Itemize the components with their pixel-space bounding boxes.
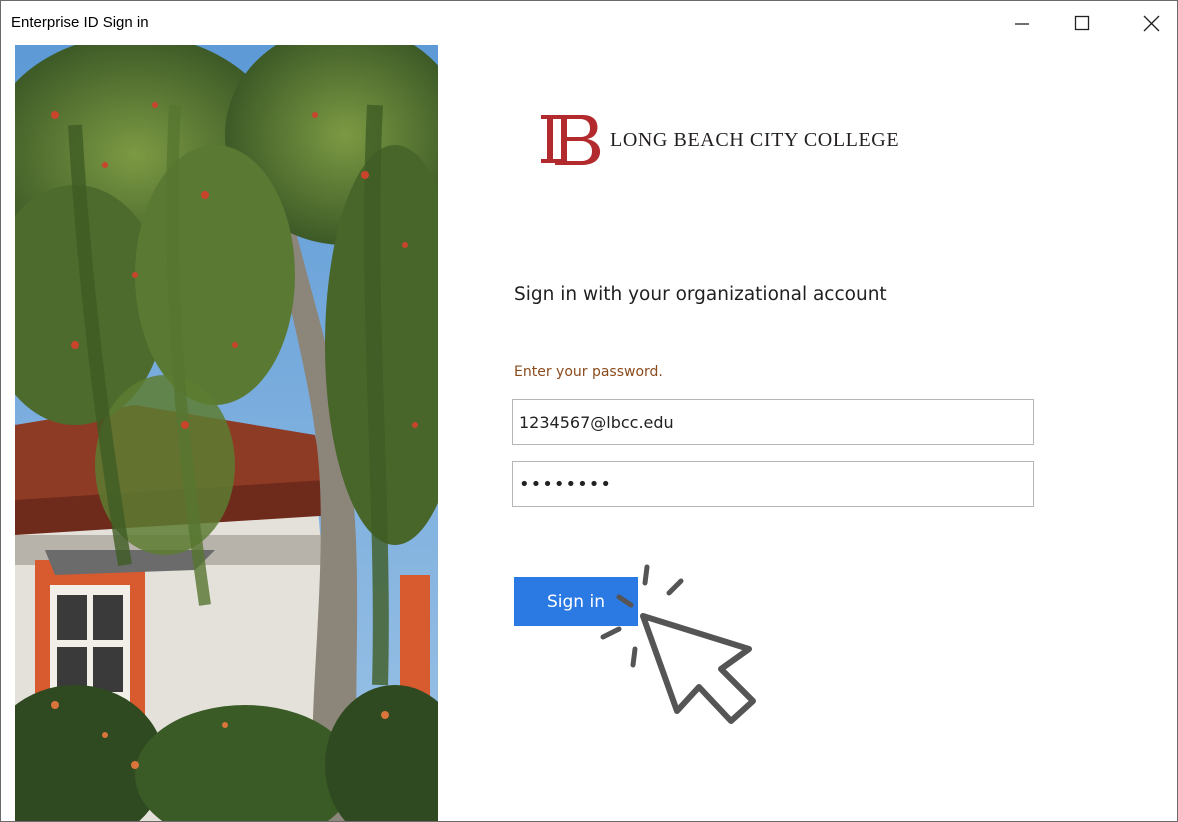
signin-heading: Sign in with your organizational account [514,284,887,305]
maximize-button[interactable] [1059,1,1105,45]
sign-in-button[interactable]: Sign in [514,577,638,626]
password-prompt: Enter your password. [514,364,663,380]
window-title: Enterprise ID Sign in [11,14,149,31]
campus-photo [15,45,438,821]
minimize-icon [1015,23,1029,25]
close-icon [1143,15,1160,32]
college-logo: LONG BEACH CITY COLLEGE [537,109,957,169]
email-input[interactable] [512,399,1034,445]
campus-photo-illustration [15,45,438,821]
lb-monogram-icon [541,115,601,165]
minimize-button[interactable] [1001,1,1047,45]
password-input[interactable] [512,461,1034,507]
title-bar: Enterprise ID Sign in [1,1,1177,45]
sign-in-window: Enterprise ID Sign in LONG BEACH CITY CO… [0,0,1178,822]
pointer-click-icon [600,564,756,724]
close-button[interactable] [1129,1,1175,45]
college-name: LONG BEACH CITY COLLEGE [610,129,900,151]
maximize-icon [1074,15,1090,31]
